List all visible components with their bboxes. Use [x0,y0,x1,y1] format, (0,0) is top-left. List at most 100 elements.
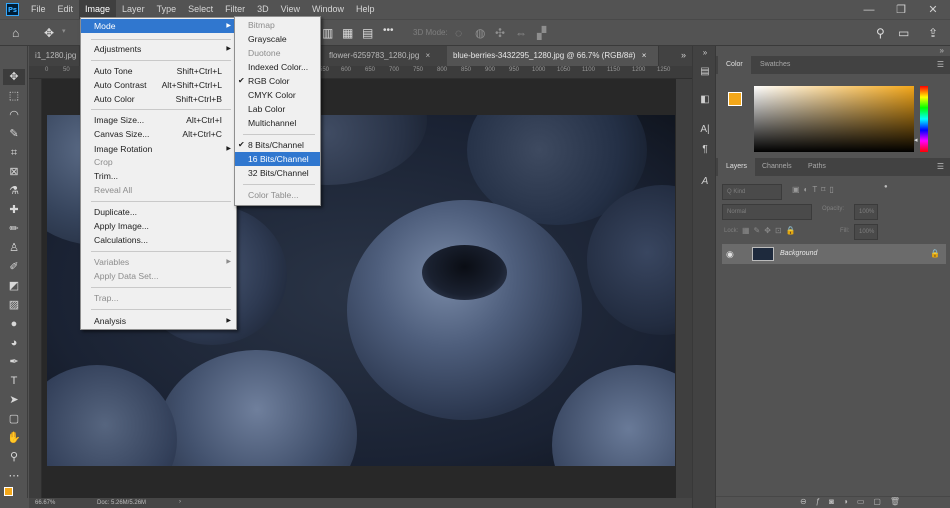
layer-row-background[interactable]: ◉ Background 🔒 [722,244,946,264]
glyphs-icon[interactable]: A [698,176,712,190]
blur-tool-icon[interactable]: ● [6,316,22,332]
gradient-tool-icon[interactable]: ▨ [6,297,22,313]
hue-slider[interactable] [920,86,928,152]
hand-tool-icon[interactable]: ✋ [6,430,22,446]
layer-name[interactable]: Background [780,244,817,264]
lock-icons[interactable]: ▦✎✥⊡🔒 [742,226,800,235]
paragraph-icon[interactable]: ¶ [698,144,712,158]
doc-tab-1[interactable]: i1_1280.jpg [29,46,80,66]
chevron-down-icon[interactable]: ▾ [62,27,66,35]
share-icon[interactable]: ⇪ [928,26,938,40]
tab-paths[interactable]: Paths [800,158,834,176]
submenu-item-grayscale[interactable]: Grayscale [235,32,320,46]
submenu-item-bitmap[interactable]: Bitmap [235,18,320,32]
hue-pointer-icon[interactable]: ◂ [914,136,918,144]
marquee-tool-icon[interactable]: ⬚ [6,88,22,104]
tab-swatches[interactable]: Swatches [752,56,798,74]
3d-roll-icon[interactable]: ◍ [475,26,485,40]
status-arrow-icon[interactable]: › [179,499,181,505]
lasso-tool-icon[interactable]: ◠ [6,107,22,123]
align-icon[interactable]: ▥ [322,26,333,40]
menu-item-mode[interactable]: Mode ▶ [81,19,236,33]
submenu-item-color-table[interactable]: Color Table... [235,188,320,202]
menu-item-duplicate[interactable]: Duplicate... [81,205,236,219]
menu-item-canvas-size[interactable]: Canvas Size... Alt+Ctrl+C [81,127,236,141]
pen-tool-icon[interactable]: ✒ [6,354,22,370]
move-tool-icon[interactable]: ✥ [44,26,54,40]
quick-select-tool-icon[interactable]: ✎ [6,126,22,142]
layer-filter-icons[interactable]: ▣◐T⌑▯ [792,185,838,194]
menu-help[interactable]: Help [350,0,381,19]
close-window-button[interactable]: ✕ [922,3,944,16]
move-tool-icon[interactable]: ✥ [3,69,25,85]
clone-stamp-tool-icon[interactable]: ♙ [6,240,22,256]
submenu-item-cmyk-color[interactable]: CMYK Color [235,88,320,102]
rectangle-tool-icon[interactable]: ▢ [6,411,22,427]
submenu-item-indexed-color[interactable]: Indexed Color... [235,60,320,74]
eyedropper-tool-icon[interactable]: ⚗ [6,183,22,199]
path-selection-tool-icon[interactable]: ➤ [6,392,22,408]
submenu-item-rgb-color[interactable]: ✔ RGB Color [235,74,320,88]
submenu-item-8-bits[interactable]: ✔ 8 Bits/Channel [235,138,320,152]
workspace-icon[interactable]: ▭ [898,26,909,40]
panel-menu-icon[interactable]: ☰ [937,162,944,171]
menu-edit[interactable]: Edit [52,0,80,19]
menu-item-auto-contrast[interactable]: Auto Contrast Alt+Shift+Ctrl+L [81,78,236,92]
doc-tab-2[interactable]: flower-6259783_1280.jpg × [323,46,461,66]
align-center-icon[interactable]: ▦ [342,26,353,40]
brush-tool-icon[interactable]: ✏ [6,221,22,237]
vertical-scrollbar[interactable] [676,79,692,498]
dodge-tool-icon[interactable]: ◕ [6,335,22,351]
blend-mode-select[interactable]: Normal [722,204,812,220]
menu-item-auto-color[interactable]: Auto Color Shift+Ctrl+B [81,92,236,106]
more-options-icon[interactable]: ••• [383,25,394,36]
menu-item-image-rotation[interactable]: Image Rotation ▶ [81,142,236,156]
tab-channels[interactable]: Channels [754,158,800,176]
restore-button[interactable]: ❐ [890,3,912,16]
menu-item-trim[interactable]: Trim... [81,169,236,183]
menu-item-reveal-all[interactable]: Reveal All [81,183,236,197]
3d-slide-icon[interactable]: ⇔ [515,26,527,40]
3d-pan-icon[interactable]: ✣ [495,26,505,40]
close-icon[interactable]: × [642,51,647,60]
frame-tool-icon[interactable]: ⊠ [6,164,22,180]
healing-brush-tool-icon[interactable]: ✚ [6,202,22,218]
tab-overflow-icon[interactable]: » [681,50,686,60]
history-icon[interactable]: ▤ [698,66,712,80]
panel-menu-icon[interactable]: ☰ [937,60,944,69]
eye-icon[interactable]: ◉ [726,244,734,264]
submenu-item-multichannel[interactable]: Multichannel [235,116,320,130]
submenu-item-16-bits[interactable]: 16 Bits/Channel [235,152,320,166]
menu-item-variables[interactable]: Variables ▶ [81,255,236,269]
opacity-field[interactable]: 100% [854,204,878,220]
type-tool-icon[interactable]: T [6,373,22,389]
menu-item-apply-data-set[interactable]: Apply Data Set... [81,269,236,283]
submenu-item-lab-color[interactable]: Lab Color [235,102,320,116]
close-icon[interactable]: × [426,51,431,60]
submenu-item-duotone[interactable]: Duotone [235,46,320,60]
foreground-color-swatch[interactable] [4,487,13,496]
distribute-icon[interactable]: ▤ [362,26,373,40]
menu-item-image-size[interactable]: Image Size... Alt+Ctrl+I [81,113,236,127]
edit-toolbar-icon[interactable]: ⋯ [6,468,22,484]
crop-tool-icon[interactable]: ⌗ [6,145,22,161]
home-icon[interactable]: ⌂ [12,26,19,40]
menu-item-calculations[interactable]: Calculations... [81,233,236,247]
eraser-tool-icon[interactable]: ◩ [6,278,22,294]
menu-file[interactable]: File [25,0,52,19]
menu-item-adjustments[interactable]: Adjustments ▶ [81,42,236,56]
fill-field[interactable]: 100% [854,224,878,240]
adjustments-icon[interactable]: ◧ [698,94,712,108]
minimize-button[interactable]: — [858,4,880,16]
zoom-level[interactable]: 66.67% [35,500,55,506]
zoom-tool-icon[interactable]: ⚲ [6,449,22,465]
layer-kind-filter[interactable]: Q Kind [722,184,782,200]
menu-item-auto-tone[interactable]: Auto Tone Shift+Ctrl+L [81,64,236,78]
menu-item-crop[interactable]: Crop [81,155,236,169]
foreground-color-swatch[interactable] [728,92,742,106]
color-picker-field[interactable] [754,86,914,152]
collapse-panels-icon[interactable]: » [698,48,712,62]
menu-item-analysis[interactable]: Analysis ▶ [81,314,236,328]
collapse-panels-icon[interactable]: » [940,46,944,55]
tab-layers[interactable]: Layers [718,158,756,176]
